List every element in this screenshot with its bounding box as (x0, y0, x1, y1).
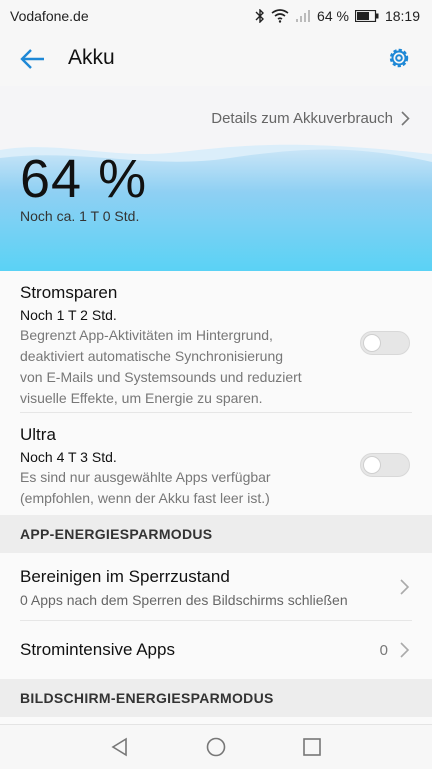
power-saving-item[interactable]: Stromsparen Noch 1 T 2 Std. Begrenzt App… (0, 271, 432, 413)
battery-details-link[interactable]: Details zum Akkuverbrauch (211, 110, 410, 127)
back-arrow-icon[interactable] (18, 45, 48, 73)
clean-locked-item[interactable]: Bereinigen im Sperrzustand 0 Apps nach d… (0, 553, 432, 621)
wifi-icon (271, 9, 289, 23)
battery-details-label: Details zum Akkuverbrauch (211, 110, 393, 127)
chevron-right-icon (400, 642, 410, 658)
battery-percentage: 64 % (317, 8, 349, 24)
power-saving-subtitle: Noch 1 T 2 Std. (20, 307, 117, 323)
signal-icon (296, 10, 311, 22)
navigation-bar (0, 724, 432, 769)
intensive-apps-item[interactable]: Stromintensive Apps 0 (0, 621, 432, 679)
clock: 18:19 (384, 8, 420, 24)
section-header-screen-mode: BILDSCHIRM-ENERGIESPARMODUS (0, 679, 432, 717)
clean-locked-title: Bereinigen im Sperrzustand (20, 567, 230, 586)
ultra-toggle[interactable] (360, 453, 410, 477)
battery-remaining-time: Noch ca. 1 T 0 Std. (20, 208, 140, 224)
power-saving-description: Begrenzt App-Aktivitäten im Hintergrund,… (20, 327, 302, 406)
section-header-app-mode: APP-ENERGIESPARMODUS (0, 515, 432, 553)
page-title: Akku (68, 46, 115, 69)
battery-percent-large: 64 % (20, 149, 148, 209)
battery-overview: Details zum Akkuverbrauch 64 % Noch ca. … (0, 86, 432, 271)
bluetooth-icon (255, 9, 265, 23)
recent-apps-nav-icon[interactable] (302, 737, 322, 757)
ultra-subtitle: Noch 4 T 3 Std. (20, 449, 117, 465)
intensive-apps-title: Stromintensive Apps (20, 640, 175, 659)
carrier-name: Vodafone.de (10, 8, 89, 24)
chevron-right-icon (400, 579, 410, 595)
battery-icon (354, 10, 379, 22)
clean-locked-description: 0 Apps nach dem Sperren des Bildschirms … (20, 592, 348, 608)
app-bar: Akku (0, 32, 432, 87)
ultra-description: Es sind nur ausgewählte Apps verfügbar (… (20, 469, 271, 506)
power-saving-title: Stromsparen (20, 283, 118, 302)
home-nav-icon[interactable] (206, 737, 226, 757)
gear-icon[interactable] (386, 45, 412, 71)
power-saving-toggle[interactable] (360, 331, 410, 355)
status-bar: Vodafone.de 64 % 18:19 (0, 0, 432, 32)
back-nav-icon[interactable] (110, 737, 130, 757)
ultra-item[interactable]: Ultra Noch 4 T 3 Std. Es sind nur ausgew… (0, 413, 432, 515)
ultra-title: Ultra (20, 425, 56, 444)
chevron-right-icon (401, 111, 410, 126)
intensive-apps-count: 0 (379, 642, 388, 659)
